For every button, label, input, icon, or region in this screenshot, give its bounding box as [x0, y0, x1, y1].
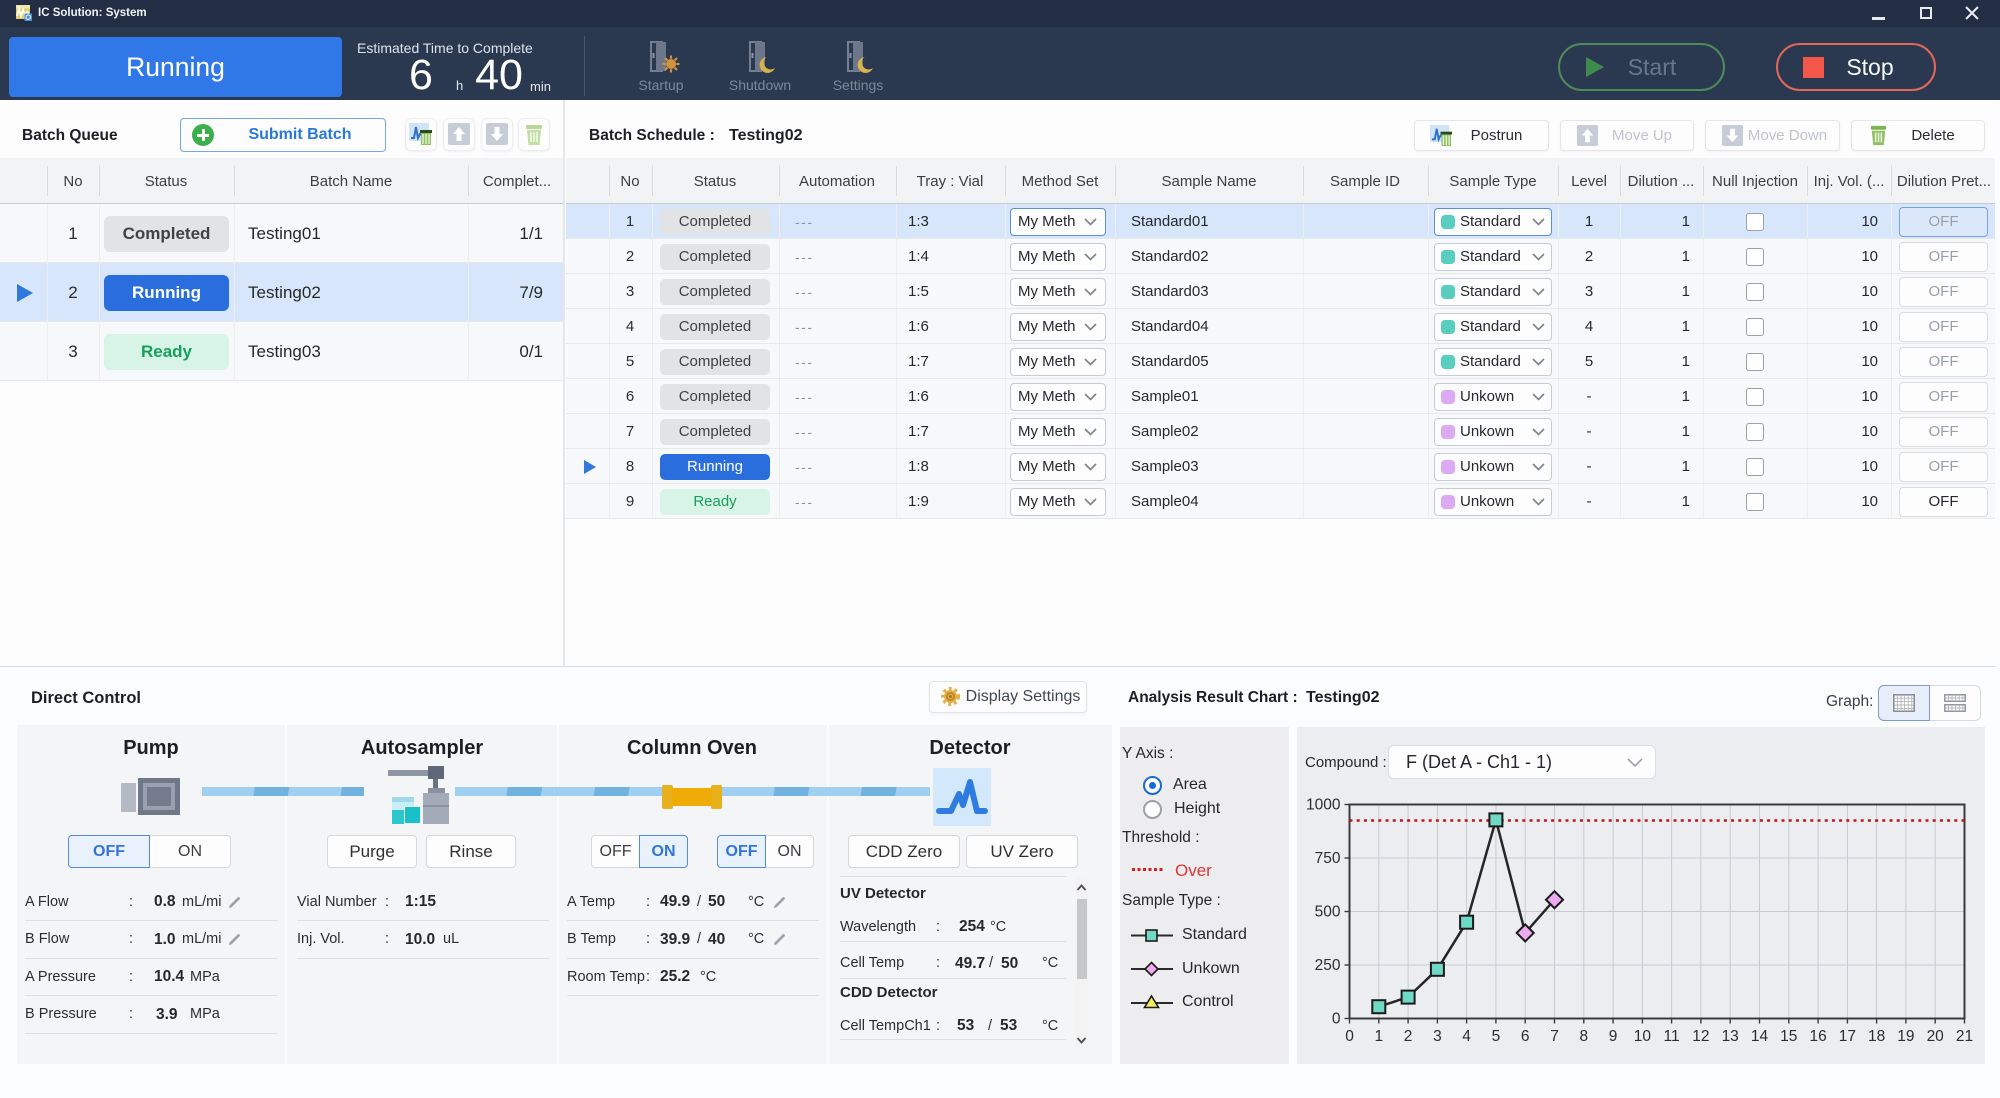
- svg-text:14: 14: [1751, 1028, 1769, 1045]
- svg-text:13: 13: [1722, 1028, 1739, 1045]
- svg-text:0: 0: [1332, 1011, 1341, 1028]
- svg-text:0: 0: [1345, 1028, 1354, 1045]
- svg-text:5: 5: [1492, 1028, 1501, 1045]
- svg-text:12: 12: [1692, 1028, 1709, 1045]
- svg-text:8: 8: [1579, 1028, 1588, 1045]
- svg-text:6: 6: [1521, 1028, 1530, 1045]
- svg-text:3: 3: [1433, 1028, 1442, 1045]
- svg-text:10: 10: [1634, 1028, 1652, 1045]
- svg-text:1: 1: [1374, 1028, 1383, 1045]
- svg-text:17: 17: [1839, 1028, 1856, 1045]
- svg-text:21: 21: [1956, 1028, 1973, 1045]
- svg-text:2: 2: [1404, 1028, 1413, 1045]
- svg-text:19: 19: [1897, 1028, 1914, 1045]
- svg-text:20: 20: [1927, 1028, 1945, 1045]
- svg-text:500: 500: [1315, 904, 1341, 921]
- svg-text:11: 11: [1664, 1028, 1680, 1045]
- svg-text:18: 18: [1868, 1028, 1885, 1045]
- svg-text:1000: 1000: [1306, 797, 1341, 814]
- svg-text:7: 7: [1550, 1028, 1559, 1045]
- svg-text:9: 9: [1609, 1028, 1618, 1045]
- svg-text:750: 750: [1315, 850, 1341, 867]
- svg-text:15: 15: [1780, 1028, 1797, 1045]
- svg-text:250: 250: [1315, 957, 1341, 974]
- svg-text:16: 16: [1809, 1028, 1826, 1045]
- svg-text:4: 4: [1462, 1028, 1471, 1045]
